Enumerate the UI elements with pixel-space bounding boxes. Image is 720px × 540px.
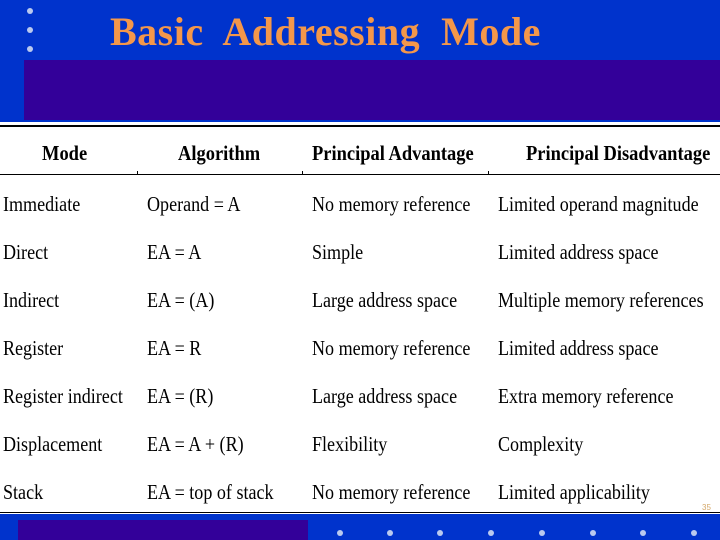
column-divider [488, 171, 489, 175]
cell-mode: Direct [3, 240, 49, 264]
bullet-dot-icon [539, 530, 545, 536]
cell-algorithm: EA = R [147, 336, 202, 360]
bullet-dot-icon [640, 530, 646, 536]
bullet-dot-icon [590, 530, 596, 536]
column-header-advantage: Principal Advantage [312, 141, 474, 165]
cell-mode: Indirect [3, 288, 60, 312]
cell-disadvantage: Limited address space [498, 336, 659, 360]
bullet-dot-icon [691, 530, 697, 536]
cell-advantage: Large address space [312, 384, 458, 408]
cell-disadvantage: Limited applicability [498, 480, 650, 504]
column-divider [302, 171, 303, 175]
cell-algorithm: EA = (R) [147, 384, 214, 408]
cell-mode: Register indirect [3, 384, 123, 408]
cell-disadvantage: Limited operand magnitude [498, 192, 699, 216]
bullet-dot-icon [27, 27, 33, 33]
cell-disadvantage: Limited address space [498, 240, 659, 264]
cell-advantage: No memory reference [312, 480, 471, 504]
bullet-dot-icon [27, 8, 33, 14]
column-divider [137, 171, 138, 175]
table-top-rule [0, 125, 720, 127]
column-header-algorithm: Algorithm [178, 141, 261, 165]
cell-algorithm: Operand = A [147, 192, 241, 216]
column-header-disadvantage: Principal Disadvantage [526, 141, 711, 165]
cell-mode: Immediate [3, 192, 81, 216]
slide-title: Basic Addressing Mode [110, 9, 541, 54]
bullet-dot-icon [488, 530, 494, 536]
cell-advantage: No memory reference [312, 336, 471, 360]
bullet-dot-icon [337, 530, 343, 536]
footer-purple-block [18, 520, 308, 540]
table-header-rule [0, 174, 720, 175]
cell-advantage: Flexibility [312, 432, 388, 456]
cell-advantage: Large address space [312, 288, 458, 312]
left-strip [0, 60, 24, 120]
cell-algorithm: EA = top of stack [147, 480, 274, 504]
cell-disadvantage: Extra memory reference [498, 384, 674, 408]
column-header-mode: Mode [42, 141, 88, 165]
cell-mode: Displacement [3, 432, 103, 456]
cell-disadvantage: Multiple memory references [498, 288, 704, 312]
bullet-dot-icon [27, 46, 33, 52]
page-number: 35 [702, 503, 711, 512]
cell-mode: Register [3, 336, 64, 360]
cell-algorithm: EA = A + (R) [147, 432, 244, 456]
cell-advantage: Simple [312, 240, 364, 264]
table-bottom-rule [0, 512, 720, 513]
cell-algorithm: EA = A [147, 240, 202, 264]
header-band [24, 60, 720, 120]
bullet-dot-icon [437, 530, 443, 536]
bullet-dot-icon [387, 530, 393, 536]
cell-algorithm: EA = (A) [147, 288, 215, 312]
cell-mode: Stack [3, 480, 44, 504]
cell-disadvantage: Complexity [498, 432, 584, 456]
cell-advantage: No memory reference [312, 192, 471, 216]
